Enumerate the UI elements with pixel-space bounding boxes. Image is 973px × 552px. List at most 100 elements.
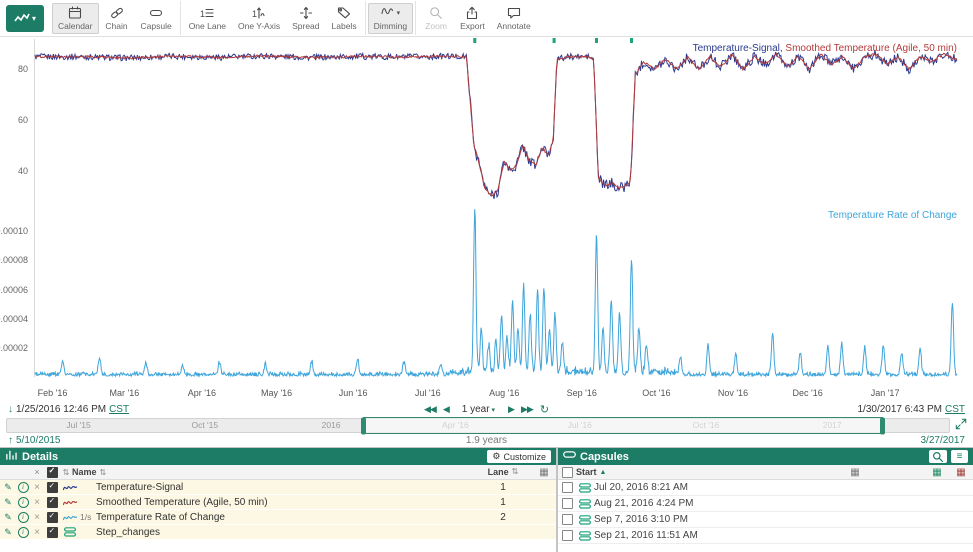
zoom-magnifier-icon [429, 6, 443, 20]
remove-column-icon[interactable]: ▦ [949, 467, 973, 478]
column-lane[interactable]: Lane [488, 467, 509, 477]
sort-both-icon[interactable]: ⇅ [512, 467, 519, 477]
select-all-capsules-checkbox[interactable] [558, 467, 576, 478]
app-logo-button[interactable]: ▾ [6, 5, 44, 32]
pan-back-full-button[interactable]: ◀◀ [424, 404, 436, 415]
gear-icon: ⚙ [492, 451, 500, 462]
expand-timeline-icon[interactable] [955, 417, 967, 435]
sort-asc-icon[interactable]: ▲ [600, 469, 607, 476]
add-column-icon[interactable]: ▦ [925, 467, 949, 478]
edit-pencil-icon[interactable]: ✎ [0, 512, 16, 523]
pan-forward-full-button[interactable]: ▶▶ [521, 404, 533, 415]
toolbar-button-one-y-axis[interactable]: 1 One Y-Axis [232, 3, 286, 34]
select-all-checkbox[interactable] [44, 467, 60, 478]
capsule-row[interactable]: Sep 21, 2016 11:51 AM [558, 528, 973, 544]
search-capsules-button[interactable] [929, 450, 947, 463]
logo-wrap: ▾ [0, 5, 50, 32]
capsule-checkbox[interactable] [558, 514, 576, 525]
capsule-checkbox[interactable] [558, 498, 576, 509]
capsule-checkbox[interactable] [558, 482, 576, 493]
info-icon[interactable]: i [16, 497, 30, 508]
remove-icon[interactable]: × [30, 512, 44, 523]
range-start-arrow-icon[interactable]: ↓ [8, 404, 13, 415]
trend-chart[interactable]: 8060400.000100.000080.000060.000040.0000… [0, 37, 973, 402]
toolbar-button-chain[interactable]: Chain [99, 3, 135, 34]
capsule-start[interactable]: Jul 20, 2016 8:21 AM [594, 482, 688, 493]
customize-button[interactable]: ⚙ Customize [487, 450, 551, 463]
item-name[interactable]: Step_changes [96, 527, 474, 538]
row-checkbox[interactable] [44, 497, 60, 508]
refresh-icon[interactable]: ↻ [540, 403, 549, 416]
capsule-row[interactable]: Aug 21, 2016 4:24 PM [558, 496, 973, 512]
timeline-scrubber[interactable]: Jul '15Oct '152016Apr '16Jul '16Oct '162… [6, 418, 950, 433]
scrubber-selection[interactable] [363, 417, 883, 434]
scrubber-handle-right[interactable] [880, 417, 885, 434]
investigate-end-date[interactable]: 3/27/2017 [507, 435, 965, 446]
toolbar-label: Chain [105, 21, 127, 31]
remove-icon[interactable]: × [30, 497, 44, 508]
toolbar-label: Capsule [141, 21, 172, 31]
row-checkbox[interactable] [44, 482, 60, 493]
edit-pencil-icon[interactable]: ✎ [0, 482, 16, 493]
capsules-menu-button[interactable]: ≡ [951, 450, 968, 463]
grid-columns-icon[interactable]: ▦ [843, 467, 867, 478]
toolbar-button-labels[interactable]: Labels [326, 3, 363, 34]
table-row[interactable]: ✎ i × Step_changes [0, 525, 556, 540]
table-row[interactable]: ✎ i × 1/s Temperature Rate of Change 2 [0, 510, 556, 525]
toolbar-button-spread[interactable]: Spread [286, 3, 325, 34]
info-icon[interactable]: i [16, 512, 30, 523]
item-name[interactable]: Smoothed Temperature (Agile, 50 min) [96, 497, 474, 508]
capsule-row[interactable]: Jul 20, 2016 8:21 AM [558, 480, 973, 496]
row-checkbox[interactable] [44, 512, 60, 523]
remove-all-icon[interactable]: × [30, 467, 44, 477]
toolbar-button-annotate[interactable]: Annotate [491, 3, 537, 34]
edit-pencil-icon[interactable]: ✎ [0, 497, 16, 508]
item-name[interactable]: Temperature-Signal [96, 482, 474, 493]
toolbar-button-export[interactable]: Export [454, 3, 491, 34]
edit-pencil-icon[interactable]: ✎ [0, 527, 16, 538]
spread-icon [299, 6, 313, 20]
info-icon[interactable]: i [16, 482, 30, 493]
duration-selector-button[interactable]: 1 year▾ [456, 403, 501, 416]
table-row[interactable]: ✎ i × Temperature-Signal 1 [0, 480, 556, 495]
investigate-start-date[interactable]: 5/10/2015 [16, 435, 61, 446]
toolbar-group-layout: 1 One Lane 1 One Y-Axis Spread Labels [180, 1, 365, 35]
condition-capsules-icon [60, 527, 80, 537]
capsule-checkbox[interactable] [558, 530, 576, 541]
sort-selected-icon[interactable]: ⇅ [60, 468, 72, 477]
range-start-datetime[interactable]: 1/25/2016 12:46 PM [16, 404, 106, 415]
toolbar-group-actions: Zoom Export Annotate [415, 1, 539, 35]
range-start-timezone-link[interactable]: CST [109, 404, 129, 415]
range-end-timezone-link[interactable]: CST [945, 404, 965, 415]
range-end-datetime[interactable]: 1/30/2017 6:43 PM [857, 404, 942, 415]
capsule-start[interactable]: Sep 7, 2016 3:10 PM [594, 514, 688, 525]
toolbar-label: Export [460, 21, 485, 31]
pan-forward-half-button[interactable]: ▶ [508, 404, 514, 415]
remove-icon[interactable]: × [30, 482, 44, 493]
signal-icon [60, 513, 80, 522]
scrubber-handle-left[interactable] [361, 417, 366, 434]
table-row[interactable]: ✎ i × Smoothed Temperature (Agile, 50 mi… [0, 495, 556, 510]
capsule-start[interactable]: Aug 21, 2016 4:24 PM [594, 498, 694, 509]
capsule-icon [576, 499, 594, 509]
annotate-bubble-icon [507, 6, 521, 20]
info-icon[interactable]: i [16, 527, 30, 538]
pan-back-half-button[interactable]: ◀ [443, 404, 449, 415]
column-name[interactable]: Name [72, 467, 97, 477]
toolbar-button-capsule[interactable]: Capsule [135, 3, 178, 34]
investigate-start-arrow-icon[interactable]: ↑ [8, 435, 13, 446]
toolbar-label: Calendar [58, 21, 93, 31]
export-icon [465, 6, 479, 20]
item-name[interactable]: Temperature Rate of Change [96, 512, 474, 523]
row-checkbox[interactable] [44, 527, 60, 538]
sort-both-icon[interactable]: ⇅ [100, 468, 107, 477]
grid-columns-icon[interactable]: ▦ [532, 467, 556, 478]
capsule-start[interactable]: Sep 21, 2016 11:51 AM [594, 530, 698, 541]
remove-icon[interactable]: × [30, 527, 44, 538]
capsule-row[interactable]: Sep 7, 2016 3:10 PM [558, 512, 973, 528]
legend-rate-of-change: Temperature Rate of Change [828, 210, 957, 221]
column-start[interactable]: Start [576, 467, 597, 477]
toolbar-button-calendar[interactable]: Calendar [52, 3, 99, 34]
toolbar-button-one-lane[interactable]: 1 One Lane [183, 3, 232, 34]
toolbar-button-dimming[interactable]: ▾ Dimming [368, 3, 414, 34]
